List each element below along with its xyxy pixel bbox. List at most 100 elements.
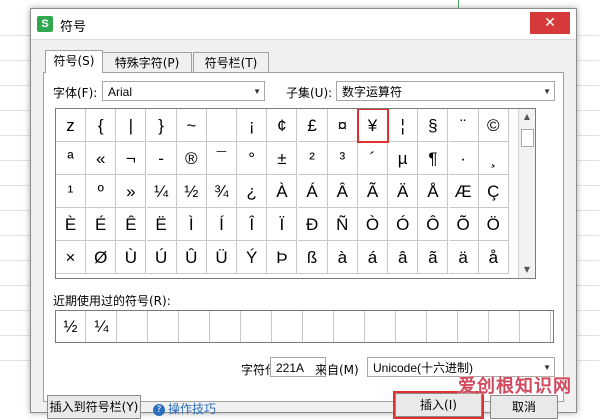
tab-special-characters[interactable]: 特殊字符(P) [102,52,192,72]
symbol-cell[interactable]: ã [418,241,449,274]
symbol-cell[interactable]: Ö [478,208,509,241]
symbol-cell[interactable]: ° [237,142,268,175]
symbol-cell[interactable]: ¼ [146,175,177,208]
recent-symbol-cell[interactable] [149,311,179,342]
symbol-grid-scrollbar[interactable]: ▲ ▼ [518,109,535,278]
symbol-cell[interactable]: Ä [388,175,419,208]
symbol-cell[interactable]: Õ [448,208,479,241]
symbol-cell[interactable]: ´ [358,142,388,175]
symbol-cell[interactable]: ¥ [357,109,389,143]
symbol-cell[interactable]: ® [176,142,207,175]
symbol-cell[interactable]: ² [297,142,328,175]
symbol-cell[interactable]: § [418,109,449,142]
symbol-cell[interactable]: - [146,142,177,175]
subset-select[interactable]: 数字运算符 ▼ [336,81,555,101]
symbol-cell[interactable]: ¨ [448,109,479,142]
symbol-cell[interactable]: Á [297,175,328,208]
symbol-cell[interactable]: á [358,241,388,274]
symbol-cell[interactable]: â [388,241,419,274]
symbol-cell[interactable]: ¢ [267,109,298,142]
recent-symbol-cell[interactable] [335,311,365,342]
tab-symbol-bar[interactable]: 符号栏(T) [193,52,269,72]
symbol-cell[interactable]: Í [207,208,237,241]
title-bar[interactable]: S 符号 ✕ [31,9,576,40]
scroll-down-icon[interactable]: ▼ [519,262,535,278]
symbol-cell[interactable]: « [86,142,117,175]
symbol-cell[interactable]: ¶ [418,142,449,175]
symbol-cell[interactable]: À [267,175,298,208]
symbol-cell[interactable]: Ô [418,208,449,241]
symbol-cell[interactable]: Ì [176,208,207,241]
symbol-cell[interactable]: © [478,109,509,142]
symbol-cell[interactable]: » [116,175,147,208]
recent-symbol-cell[interactable] [459,311,489,342]
symbol-cell[interactable]: } [146,109,177,142]
symbol-cell[interactable]: ¦ [388,109,419,142]
symbol-cell[interactable]: Ø [86,241,117,274]
recent-symbol-cell[interactable]: ¼ [87,311,117,342]
recent-symbol-cell[interactable] [118,311,148,342]
symbol-cell[interactable]: ½ [176,175,207,208]
symbol-cell[interactable]: ¯ [207,142,237,175]
symbol-cell[interactable]: Ç [478,175,509,208]
symbol-cell[interactable]: z [56,109,86,142]
symbol-cell[interactable]: | [116,109,147,142]
recent-symbol-cell[interactable] [490,311,520,342]
close-button[interactable]: ✕ [530,12,570,34]
symbol-cell[interactable]: Ë [146,208,177,241]
symbol-cell[interactable]: µ [388,142,419,175]
recent-symbol-cell[interactable] [273,311,303,342]
recent-symbol-cell[interactable] [366,311,396,342]
symbol-cell[interactable]: ¤ [327,109,358,142]
symbol-cell[interactable]: Ð [297,208,328,241]
symbol-cell[interactable]: · [448,142,479,175]
symbol-cell[interactable] [207,109,237,142]
recent-symbol-cell[interactable] [397,311,427,342]
symbol-cell[interactable]: Ñ [327,208,358,241]
symbol-cell[interactable]: £ [297,109,328,142]
recent-symbol-cell[interactable] [242,311,272,342]
help-link[interactable]: ? 操作技巧 [153,400,216,417]
symbol-cell[interactable]: ~ [176,109,207,142]
symbol-cell[interactable]: Þ [267,241,298,274]
symbol-cell[interactable]: Ã [358,175,388,208]
symbol-cell[interactable]: È [56,208,86,241]
recent-symbol-cell[interactable] [304,311,334,342]
symbol-cell[interactable]: ¹ [56,175,86,208]
symbol-cell[interactable]: Ê [116,208,147,241]
tab-symbols[interactable]: 符号(S) [45,50,103,73]
symbol-cell[interactable]: ³ [327,142,358,175]
symbol-cell[interactable]: Î [237,208,268,241]
scroll-up-icon[interactable]: ▲ [519,109,535,125]
symbol-cell[interactable]: ¬ [116,142,147,175]
symbol-cell[interactable]: ¿ [237,175,268,208]
recent-symbol-cell[interactable] [211,311,241,342]
symbol-cell[interactable]: ª [56,142,86,175]
symbol-cell[interactable]: Ò [358,208,388,241]
symbol-cell[interactable]: × [56,241,86,274]
symbol-cell[interactable]: Û [176,241,207,274]
symbol-cell[interactable]: Ù [116,241,147,274]
symbol-cell[interactable]: { [86,109,117,142]
recent-symbol-cell[interactable] [521,311,551,342]
symbol-cell[interactable]: å [478,241,509,274]
symbol-cell[interactable]: ± [267,142,298,175]
symbol-cell[interactable]: Ó [388,208,419,241]
symbol-cell[interactable]: Ú [146,241,177,274]
scroll-thumb[interactable] [521,129,534,147]
symbol-cell[interactable]: Å [418,175,449,208]
symbol-cell[interactable]: Ü [207,241,237,274]
symbol-cell[interactable]: ä [448,241,479,274]
symbol-cell[interactable]: Æ [448,175,479,208]
recent-symbol-cell[interactable] [180,311,210,342]
recent-symbol-cell[interactable] [428,311,458,342]
symbol-cell[interactable]: ß [297,241,328,274]
symbol-cell[interactable]: ¸ [478,142,509,175]
symbol-cell[interactable]: ¡ [237,109,268,142]
symbol-cell[interactable]: º [86,175,117,208]
insert-to-symbol-bar-button[interactable]: 插入到符号栏(Y) [47,395,141,419]
symbol-cell[interactable]: Ý [237,241,268,274]
recent-symbol-cell[interactable]: ½ [56,311,86,342]
symbol-cell[interactable]: Â [327,175,358,208]
symbol-cell[interactable]: ¾ [207,175,237,208]
